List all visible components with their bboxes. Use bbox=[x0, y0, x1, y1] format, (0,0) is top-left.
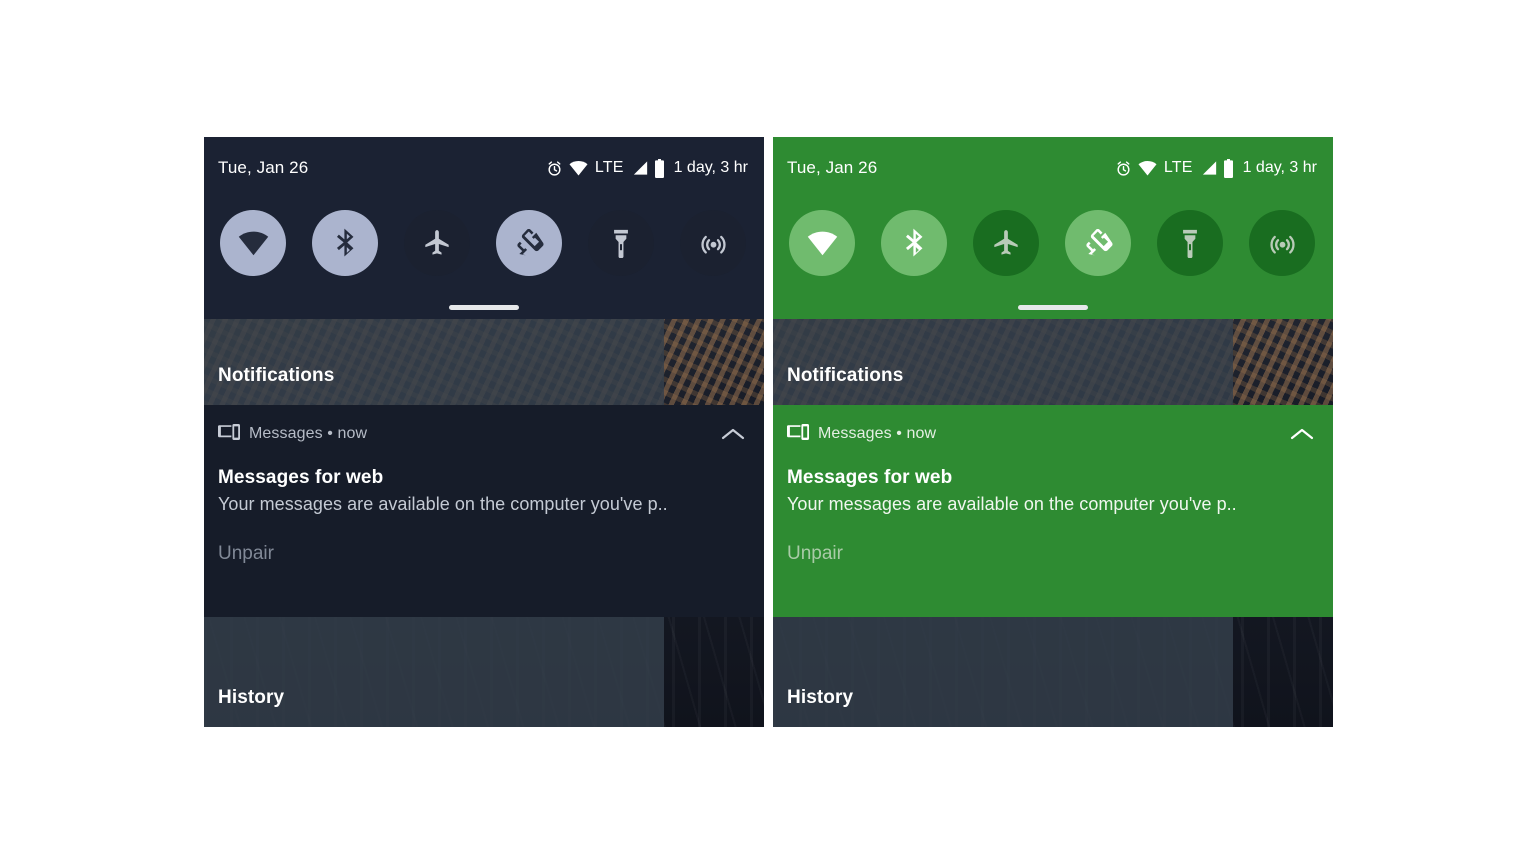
battery-estimate-label: 1 day, 3 hr bbox=[1242, 159, 1317, 176]
tile-auto-rotate[interactable] bbox=[1065, 210, 1131, 276]
tile-airplane-mode[interactable] bbox=[404, 210, 470, 276]
notification-app-and-time: Messages • now bbox=[249, 425, 368, 442]
quick-settings-shade: Tue, Jan 26 LTE 1 day, 3 hr bbox=[773, 137, 1333, 319]
tile-flashlight[interactable] bbox=[1157, 210, 1223, 276]
auto-rotate-icon bbox=[515, 228, 544, 258]
status-bar-icons: LTE 1 day, 3 hr bbox=[546, 158, 748, 178]
status-bar-date: Tue, Jan 26 bbox=[218, 158, 309, 177]
tile-airplane-mode[interactable] bbox=[973, 210, 1039, 276]
auto-rotate-icon bbox=[1084, 228, 1113, 258]
shade-drag-handle[interactable] bbox=[449, 305, 519, 310]
history-section-header: History bbox=[773, 617, 1233, 727]
quick-settings-panel-green: Tue, Jan 26 LTE 1 day, 3 hr Notification… bbox=[773, 137, 1333, 727]
battery-icon bbox=[654, 158, 665, 178]
history-section-label: History bbox=[218, 687, 285, 708]
history-section-label: History bbox=[787, 687, 854, 708]
notification-header: Messages • now bbox=[218, 421, 750, 447]
notifications-section-label: Notifications bbox=[787, 365, 904, 386]
notification-collapse-button[interactable] bbox=[716, 419, 750, 449]
devices-icon bbox=[218, 423, 240, 445]
wifi-icon bbox=[238, 230, 269, 256]
status-bar-icons: LTE 1 day, 3 hr bbox=[1115, 158, 1317, 178]
hotspot-icon bbox=[1268, 229, 1297, 258]
tile-bluetooth[interactable] bbox=[312, 210, 378, 276]
quick-settings-panel-dark: Tue, Jan 26 LTE 1 day, 3 hr Notification… bbox=[204, 137, 764, 727]
status-bar: Tue, Jan 26 LTE 1 day, 3 hr bbox=[204, 137, 764, 199]
wifi-icon bbox=[569, 160, 588, 176]
notification-collapse-button[interactable] bbox=[1285, 419, 1319, 449]
notification-app-and-time: Messages • now bbox=[818, 425, 937, 442]
notification-action-unpair[interactable]: Unpair bbox=[787, 543, 843, 565]
quick-settings-tiles bbox=[773, 199, 1333, 287]
tile-hotspot[interactable] bbox=[680, 210, 746, 276]
alarm-clock-icon bbox=[1115, 160, 1132, 177]
wifi-icon bbox=[1138, 160, 1157, 176]
notification-body-text: Your messages are available on the compu… bbox=[787, 494, 1237, 514]
tile-wifi[interactable] bbox=[220, 210, 286, 276]
flashlight-icon bbox=[1182, 229, 1198, 258]
tile-auto-rotate[interactable] bbox=[496, 210, 562, 276]
alarm-clock-icon bbox=[546, 160, 563, 177]
devices-icon bbox=[787, 423, 809, 445]
quick-settings-shade: Tue, Jan 26 LTE 1 day, 3 hr bbox=[204, 137, 764, 319]
notification-action-unpair[interactable]: Unpair bbox=[218, 543, 274, 565]
history-section-header: History bbox=[204, 617, 664, 727]
notification-title: Messages for web bbox=[787, 467, 953, 488]
network-type-label: LTE bbox=[594, 159, 624, 176]
tile-hotspot[interactable] bbox=[1249, 210, 1315, 276]
notification-title: Messages for web bbox=[218, 467, 384, 488]
bluetooth-icon bbox=[332, 228, 359, 259]
network-type-label: LTE bbox=[1163, 159, 1193, 176]
notification-body-text: Your messages are available on the compu… bbox=[218, 494, 668, 514]
tile-bluetooth[interactable] bbox=[881, 210, 947, 276]
shade-drag-handle[interactable] bbox=[1018, 305, 1088, 310]
notifications-section-header: Notifications bbox=[204, 319, 664, 405]
airplane-icon bbox=[423, 229, 451, 257]
quick-settings-tiles bbox=[204, 199, 764, 287]
screenshot-canvas: Tue, Jan 26 LTE 1 day, 3 hr Notification… bbox=[0, 0, 1536, 864]
bluetooth-icon bbox=[901, 228, 928, 259]
notifications-section-header: Notifications bbox=[773, 319, 1233, 405]
hotspot-icon bbox=[699, 229, 728, 258]
battery-icon bbox=[1223, 158, 1234, 178]
battery-estimate-label: 1 day, 3 hr bbox=[673, 159, 748, 176]
cell-signal-icon bbox=[631, 160, 648, 176]
cell-signal-icon bbox=[1200, 160, 1217, 176]
wifi-icon bbox=[807, 230, 838, 256]
notifications-section-label: Notifications bbox=[218, 365, 335, 386]
status-bar-date: Tue, Jan 26 bbox=[787, 158, 878, 177]
flashlight-icon bbox=[613, 229, 629, 258]
status-bar: Tue, Jan 26 LTE 1 day, 3 hr bbox=[773, 137, 1333, 199]
tile-flashlight[interactable] bbox=[588, 210, 654, 276]
notification-card-messages[interactable]: Messages • now Messages for web Your mes… bbox=[204, 405, 764, 617]
notification-header: Messages • now bbox=[787, 421, 1319, 447]
airplane-icon bbox=[992, 229, 1020, 257]
tile-wifi[interactable] bbox=[789, 210, 855, 276]
notification-card-messages[interactable]: Messages • now Messages for web Your mes… bbox=[773, 405, 1333, 617]
